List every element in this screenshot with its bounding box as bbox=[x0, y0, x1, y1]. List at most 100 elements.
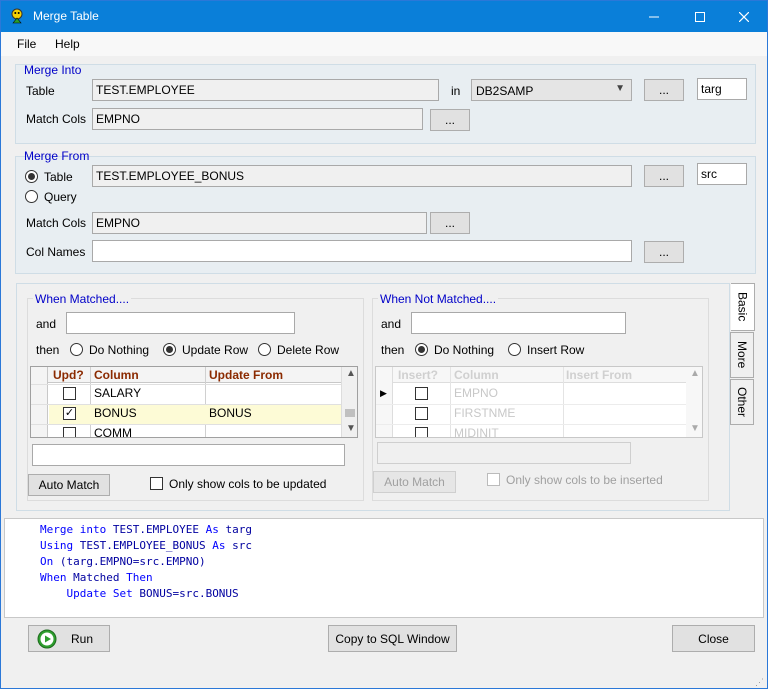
menu-file[interactable]: File bbox=[17, 37, 36, 51]
sql-line: Using TEST.EMPLOYEE_BONUS As src bbox=[40, 539, 252, 552]
sql-keyword: As bbox=[205, 523, 219, 536]
minimize-button[interactable] bbox=[631, 1, 677, 32]
grid-cell-column: MIDINIT bbox=[454, 426, 499, 438]
chevron-down-icon: ▼ bbox=[615, 83, 625, 94]
grid-cell-column: EMPNO bbox=[454, 386, 499, 400]
maximize-button[interactable] bbox=[677, 1, 723, 32]
tab-other[interactable]: Other bbox=[730, 379, 754, 425]
bottom-button-bar: Run Copy to SQL Window Close ⋰ bbox=[1, 619, 767, 688]
sql-text: BONUS=src.BONUS bbox=[132, 587, 239, 600]
merge-from-browse-button[interactable]: ... bbox=[644, 165, 684, 187]
scroll-down-icon[interactable]: ▼ bbox=[346, 423, 356, 434]
only-show-updated-label: Only show cols to be updated bbox=[169, 477, 327, 491]
merge-table-window: Merge Table File Help Merge Into Table T… bbox=[0, 0, 768, 689]
grid-divider bbox=[563, 367, 564, 437]
grid-row-header-column bbox=[31, 367, 48, 437]
sql-text: Matched bbox=[66, 571, 127, 584]
tab-other-label: Other bbox=[735, 386, 749, 417]
sql-keyword: As bbox=[212, 539, 226, 552]
col-names-input[interactable] bbox=[92, 240, 632, 262]
scroll-up-icon[interactable]: ▲ bbox=[346, 368, 356, 379]
insert-checkbox[interactable] bbox=[415, 427, 428, 437]
run-button[interactable]: Run bbox=[28, 625, 110, 652]
grid-cell-column: SALARY bbox=[94, 386, 142, 400]
tab-more[interactable]: More bbox=[730, 332, 754, 378]
app-icon bbox=[11, 8, 23, 24]
when-not-matched-and-input[interactable] bbox=[411, 312, 626, 334]
when-matched-and-input[interactable] bbox=[66, 312, 295, 334]
update-checkbox[interactable] bbox=[63, 427, 76, 437]
only-show-inserted-label: Only show cols to be inserted bbox=[506, 473, 663, 487]
when-matched-expression-input[interactable] bbox=[32, 444, 345, 466]
not-matched-insert-row-label: Insert Row bbox=[527, 343, 585, 357]
grid-header-column: Column bbox=[94, 368, 139, 382]
target-alias-input[interactable]: targ bbox=[697, 78, 747, 100]
sql-keyword: Using bbox=[40, 539, 74, 552]
not-matched-insert-row-radio[interactable] bbox=[508, 343, 521, 356]
not-matched-auto-match-button[interactable]: Auto Match bbox=[373, 471, 456, 493]
selected-row-highlight bbox=[49, 405, 341, 424]
vertical-scrollbar[interactable]: ▲ ▼ bbox=[341, 367, 357, 437]
matched-auto-match-button[interactable]: Auto Match bbox=[28, 474, 110, 496]
grid-divider bbox=[205, 367, 206, 437]
scrollbar-thumb[interactable] bbox=[345, 409, 355, 417]
when-not-matched-expression-input[interactable] bbox=[377, 442, 631, 464]
col-names-label: Col Names bbox=[26, 245, 86, 259]
update-checkbox[interactable]: ✓ bbox=[63, 407, 76, 420]
matched-do-nothing-radio[interactable] bbox=[70, 343, 83, 356]
grid-divider bbox=[376, 404, 686, 405]
scroll-up-icon[interactable]: ▲ bbox=[690, 368, 700, 379]
run-button-label: Run bbox=[71, 631, 94, 646]
play-icon bbox=[37, 629, 57, 648]
merge-into-group bbox=[15, 64, 756, 144]
menu-help[interactable]: Help bbox=[55, 37, 80, 51]
sql-keyword: Then bbox=[126, 571, 153, 584]
minimize-icon bbox=[649, 16, 659, 17]
only-show-inserted-checkbox[interactable] bbox=[487, 473, 500, 486]
only-show-updated-checkbox[interactable] bbox=[150, 477, 163, 490]
source-query-radio[interactable] bbox=[25, 190, 38, 203]
vertical-scrollbar[interactable]: ▲ ▼ bbox=[686, 367, 702, 437]
merge-into-browse-button[interactable]: ... bbox=[644, 79, 684, 101]
update-checkbox[interactable] bbox=[63, 387, 76, 400]
copy-to-sql-window-button[interactable]: Copy to SQL Window bbox=[328, 625, 457, 652]
close-window-button[interactable] bbox=[721, 1, 767, 32]
grid-header-insert-from: Insert From bbox=[566, 368, 633, 382]
source-alias-input[interactable]: src bbox=[697, 163, 747, 185]
close-icon bbox=[739, 11, 749, 22]
source-table-radio[interactable] bbox=[25, 170, 38, 183]
menu-bar: File Help bbox=[1, 32, 767, 56]
grid-header-column: Column bbox=[454, 368, 499, 382]
grid-cell-column: FIRSTNME bbox=[454, 406, 516, 420]
matched-delete-row-radio[interactable] bbox=[258, 343, 271, 356]
tab-basic[interactable]: Basic bbox=[731, 283, 755, 331]
when-not-matched-then-label: then bbox=[381, 343, 405, 357]
when-not-matched-title: When Not Matched.... bbox=[378, 292, 499, 306]
merge-from-match-browse-button[interactable]: ... bbox=[430, 212, 470, 234]
not-matched-do-nothing-label: Do Nothing bbox=[434, 343, 495, 357]
resize-grip-icon[interactable]: ⋰ bbox=[755, 677, 764, 688]
merge-into-match-browse-button[interactable]: ... bbox=[430, 109, 470, 131]
insert-checkbox[interactable] bbox=[415, 387, 428, 400]
merge-into-table-field[interactable]: TEST.EMPLOYEE bbox=[92, 79, 439, 101]
database-select[interactable]: DB2SAMP ▼ bbox=[471, 79, 632, 101]
when-matched-title: When Matched.... bbox=[33, 292, 132, 306]
merge-from-table-field[interactable]: TEST.EMPLOYEE_BONUS bbox=[92, 165, 632, 187]
merge-into-match-field[interactable]: EMPNO bbox=[92, 108, 423, 130]
col-names-browse-button[interactable]: ... bbox=[644, 241, 684, 263]
sql-preview[interactable]: Merge into TEST.EMPLOYEE As targ Using T… bbox=[4, 518, 764, 618]
maximize-icon bbox=[695, 11, 705, 22]
grid-divider bbox=[376, 424, 686, 425]
close-button[interactable]: Close bbox=[672, 625, 755, 652]
merge-from-match-field[interactable]: EMPNO bbox=[92, 212, 427, 234]
sql-line: Merge into TEST.EMPLOYEE As targ bbox=[40, 523, 252, 536]
matched-update-row-radio[interactable] bbox=[163, 343, 176, 356]
in-label: in bbox=[451, 84, 461, 98]
sql-line: Update Set BONUS=src.BONUS bbox=[40, 587, 239, 600]
tab-more-label: More bbox=[735, 341, 749, 369]
grid-cell-update-from[interactable]: BONUS bbox=[209, 406, 252, 420]
scroll-down-icon[interactable]: ▼ bbox=[690, 423, 700, 434]
not-matched-do-nothing-radio[interactable] bbox=[415, 343, 428, 356]
insert-checkbox[interactable] bbox=[415, 407, 428, 420]
when-matched-and-label: and bbox=[36, 317, 57, 331]
